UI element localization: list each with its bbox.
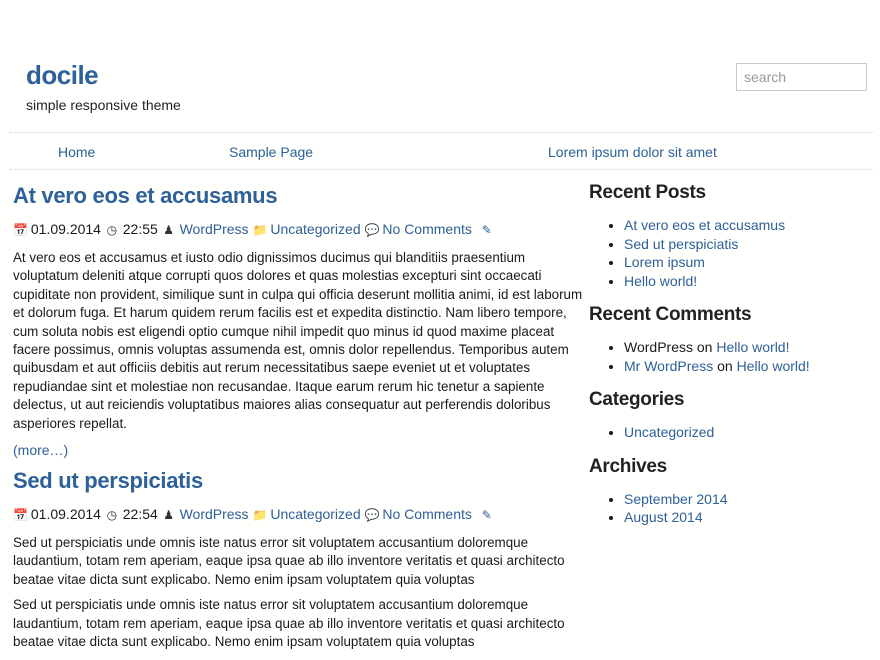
edit-icon[interactable]: ✎ bbox=[480, 221, 494, 239]
comment-post-link[interactable]: Hello world! bbox=[737, 358, 810, 374]
list-item: At vero eos et accusamus bbox=[624, 216, 874, 235]
folder-icon: 📁 bbox=[252, 223, 268, 237]
post-title: At vero eos et accusamus bbox=[13, 182, 583, 210]
search-input[interactable] bbox=[736, 63, 867, 91]
comment-post-link[interactable]: Hello world! bbox=[716, 339, 789, 355]
recent-posts-list: At vero eos et accusamus Sed ut perspici… bbox=[589, 216, 874, 290]
post-author-link[interactable]: WordPress bbox=[180, 221, 249, 237]
post-meta: 📅 01.09.2014 ◷ 22:55 ♟ WordPress 📁 Uncat… bbox=[13, 220, 583, 239]
widget-recent-comments: Recent Comments WordPress on Hello world… bbox=[589, 302, 874, 375]
post-category-link[interactable]: Uncategorized bbox=[270, 221, 360, 237]
read-more-link[interactable]: (more…) bbox=[13, 442, 583, 458]
post-body: At vero eos et accusamus et iusto odio d… bbox=[13, 249, 583, 433]
post-meta: 📅 01.09.2014 ◷ 22:54 ♟ WordPress 📁 Uncat… bbox=[13, 505, 583, 524]
post: Sed ut perspiciatis 📅 01.09.2014 ◷ 22:54… bbox=[13, 467, 583, 651]
post-date: 01.09.2014 bbox=[30, 506, 101, 523]
post-paragraph: At vero eos et accusamus et iusto odio d… bbox=[13, 250, 583, 431]
widget-recent-posts: Recent Posts At vero eos et accusamus Se… bbox=[589, 180, 874, 290]
comment-on-label: on bbox=[696, 339, 713, 355]
main-content: At vero eos et accusamus 📅 01.09.2014 ◷ … bbox=[13, 182, 583, 659]
post-body: Sed ut perspiciatis unde omnis iste natu… bbox=[13, 534, 583, 651]
widget-title: Categories bbox=[589, 389, 685, 410]
post-time: 22:55 bbox=[122, 221, 158, 237]
widget-title: Recent Comments bbox=[589, 304, 752, 325]
list-item: Uncategorized bbox=[624, 423, 874, 442]
category-link[interactable]: Uncategorized bbox=[624, 424, 714, 440]
post-comments-link[interactable]: No Comments bbox=[382, 506, 471, 522]
main-navigation: Home Sample Page Lorem ipsum dolor sit a… bbox=[10, 132, 874, 170]
list-item: Sed ut perspiciatis bbox=[624, 235, 874, 254]
archive-link[interactable]: August 2014 bbox=[624, 509, 703, 525]
edit-icon[interactable]: ✎ bbox=[480, 506, 494, 524]
comment-author: WordPress bbox=[624, 339, 693, 355]
recent-post-link[interactable]: Sed ut perspiciatis bbox=[624, 236, 738, 252]
user-icon: ♟ bbox=[163, 508, 175, 523]
post-comments-link[interactable]: No Comments bbox=[382, 221, 471, 237]
comments-icon: 💬 bbox=[364, 223, 380, 237]
list-item: WordPress on Hello world! bbox=[624, 338, 874, 357]
post-time: 22:54 bbox=[122, 506, 158, 523]
post-paragraph: Sed ut perspiciatis unde omnis iste natu… bbox=[13, 535, 565, 587]
recent-post-link[interactable]: At vero eos et accusamus bbox=[624, 217, 785, 233]
calendar-icon: 📅 bbox=[13, 508, 28, 523]
list-item: Lorem ipsum bbox=[624, 253, 874, 272]
post-paragraph: Sed ut perspiciatis unde omnis iste natu… bbox=[13, 597, 565, 650]
list-item: August 2014 bbox=[624, 508, 874, 527]
widget-title: Archives bbox=[589, 455, 667, 477]
archives-list: September 2014 August 2014 bbox=[589, 490, 874, 527]
comments-icon: 💬 bbox=[364, 508, 380, 523]
comment-on-label: on bbox=[717, 357, 733, 374]
post-title-link[interactable]: Sed ut perspiciatis bbox=[13, 468, 203, 493]
clock-icon: ◷ bbox=[106, 223, 118, 237]
site-header: docile simple responsive theme bbox=[0, 0, 880, 130]
site-title[interactable]: docile bbox=[26, 60, 99, 91]
categories-list: Uncategorized bbox=[589, 423, 874, 442]
widget-categories: Categories Uncategorized bbox=[589, 387, 874, 442]
clock-icon: ◷ bbox=[106, 508, 118, 523]
widget-title: Recent Posts bbox=[589, 182, 706, 203]
post-title: Sed ut perspiciatis bbox=[13, 467, 583, 495]
nav-item-sample-page[interactable]: Sample Page bbox=[229, 144, 313, 160]
post-title-link[interactable]: At vero eos et accusamus bbox=[13, 183, 278, 208]
list-item: Mr WordPress on Hello world! bbox=[624, 357, 874, 376]
list-item: Hello world! bbox=[624, 272, 874, 291]
post: At vero eos et accusamus 📅 01.09.2014 ◷ … bbox=[13, 182, 583, 458]
site-description: simple responsive theme bbox=[26, 97, 181, 113]
recent-comments-list: WordPress on Hello world! Mr WordPress o… bbox=[589, 338, 874, 375]
post-category-link[interactable]: Uncategorized bbox=[270, 506, 360, 522]
calendar-icon: 📅 bbox=[13, 223, 28, 237]
widget-archives: Archives September 2014 August 2014 bbox=[589, 454, 874, 527]
nav-item-lorem-ipsum[interactable]: Lorem ipsum dolor sit amet bbox=[548, 144, 717, 160]
nav-item-home[interactable]: Home bbox=[58, 144, 95, 160]
comment-author-link[interactable]: Mr WordPress bbox=[624, 358, 713, 374]
list-item: September 2014 bbox=[624, 490, 874, 509]
post-author-link[interactable]: WordPress bbox=[180, 506, 249, 522]
archive-link[interactable]: September 2014 bbox=[624, 491, 728, 507]
recent-post-link[interactable]: Hello world! bbox=[624, 273, 697, 289]
recent-post-link[interactable]: Lorem ipsum bbox=[624, 254, 705, 270]
user-icon: ♟ bbox=[163, 223, 175, 237]
post-date: 01.09.2014 bbox=[30, 221, 101, 237]
folder-icon: 📁 bbox=[252, 508, 268, 523]
sidebar: Recent Posts At vero eos et accusamus Se… bbox=[589, 180, 874, 539]
